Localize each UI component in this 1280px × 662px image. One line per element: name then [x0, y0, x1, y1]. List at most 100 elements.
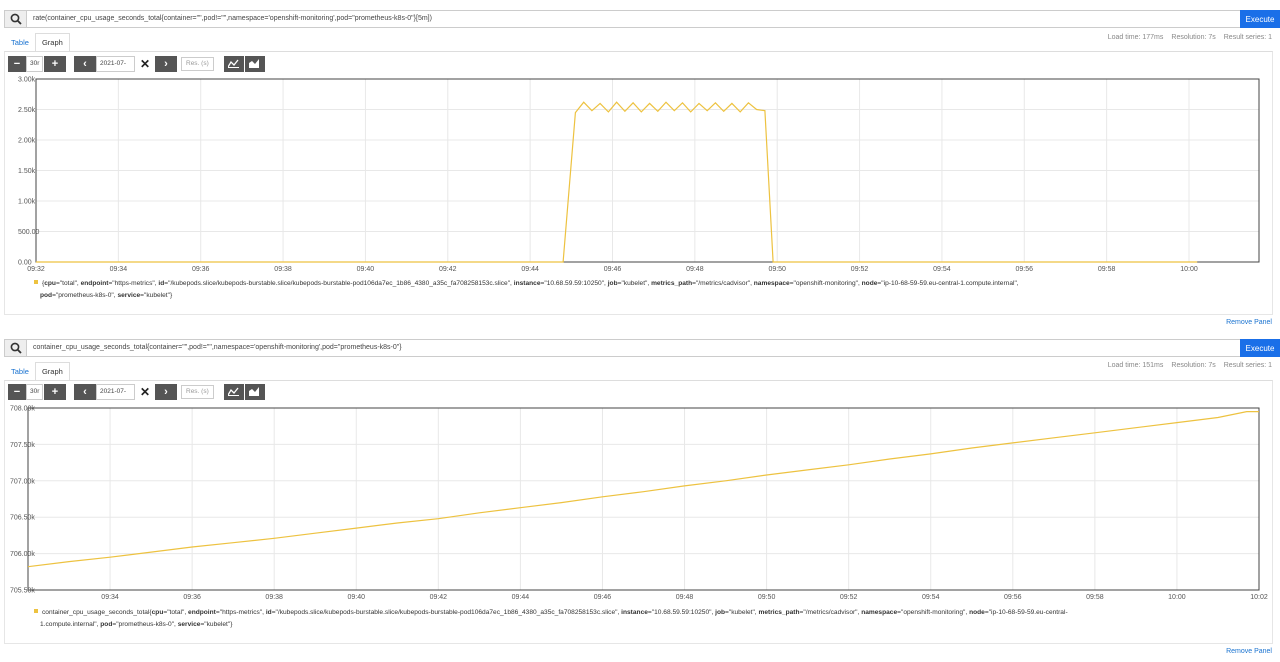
y-tick-label: 1.50k — [18, 168, 36, 175]
area-chart-icon — [249, 59, 260, 68]
y-tick-label: 2.50k — [18, 107, 36, 114]
decrease-range-button[interactable]: − — [8, 55, 26, 72]
legend-text-1: container_cpu_usage_seconds_total{cpu="t… — [42, 609, 1068, 616]
search-button[interactable] — [4, 339, 26, 357]
decrease-range-button[interactable]: − — [8, 383, 26, 400]
graph-chart-2: 705.50k 706.00k 706.50k 707.00k 707.50k 708.0… — [10, 406, 1268, 602]
x-tick-label: 09:36 — [192, 266, 210, 273]
y-tick-label: 705.50k — [10, 588, 35, 595]
x-tick-label: 09:36 — [183, 594, 201, 601]
legend-entry: container_cpu_usage_seconds_total{cpu="t… — [34, 607, 1068, 619]
y-tick-label: 1.00k — [18, 199, 36, 206]
x-tick-label: 10:02 — [1250, 594, 1268, 601]
x-tick-label: 09:38 — [265, 594, 283, 601]
end-time-input[interactable]: 2021-07- — [96, 55, 135, 72]
resolution-stat: Resolution: 7s — [1171, 34, 1216, 41]
x-tick-label: 09:50 — [768, 266, 786, 273]
x-tick-label: 10:00 — [1168, 594, 1186, 601]
stacked-off-button[interactable] — [223, 55, 244, 72]
query-panel-2: container_cpu_usage_seconds_total{contai… — [0, 330, 1280, 662]
x-tick-label: 09:54 — [922, 594, 940, 601]
x-tick-label: 09:42 — [439, 266, 457, 273]
result-series: Result series: 1 — [1223, 34, 1272, 41]
result-series: Result series: 1 — [1223, 362, 1272, 369]
range-input[interactable]: 30r — [26, 383, 43, 400]
increase-range-button[interactable]: + — [44, 55, 66, 72]
x-tick-label: 09:46 — [594, 594, 612, 601]
execute-button[interactable]: Execute — [1240, 339, 1280, 357]
next-time-button[interactable]: › — [155, 383, 177, 400]
increase-range-button[interactable]: + — [44, 383, 66, 400]
x-tick-label: 09:44 — [521, 266, 539, 273]
stacked-on-button[interactable] — [244, 55, 265, 72]
graph-controls: − 30r + ‹ 2021-07- ✕ › Res. (s) — [8, 383, 265, 400]
x-tick-label: 09:58 — [1086, 594, 1104, 601]
search-icon — [10, 13, 22, 25]
x-tick-label: 09:40 — [348, 594, 366, 601]
tab-table[interactable]: Table — [5, 362, 35, 380]
y-tick-label: 3.00k — [18, 77, 36, 84]
remove-panel-link[interactable]: Remove Panel — [1226, 648, 1272, 655]
line-chart-icon — [228, 59, 240, 68]
query-row: container_cpu_usage_seconds_total{contai… — [4, 339, 1280, 357]
x-tick-label: 09:52 — [851, 266, 869, 273]
query-stats: Load time: 151ms Resolution: 7s Result s… — [1108, 362, 1272, 369]
y-tick-label: 708.00k — [10, 406, 35, 413]
clear-time-button[interactable]: ✕ — [135, 384, 155, 400]
search-button[interactable] — [4, 10, 26, 28]
stacked-on-button[interactable] — [244, 383, 265, 400]
x-tick-label: 09:54 — [933, 266, 951, 273]
load-time: Load time: 177ms — [1107, 34, 1164, 41]
y-tick-label: 707.00k — [10, 478, 35, 485]
y-tick-label: 706.00k — [10, 551, 35, 558]
expression-input[interactable]: container_cpu_usage_seconds_total{contai… — [26, 339, 1241, 357]
graph-legend: container_cpu_usage_seconds_total{cpu="t… — [34, 607, 1068, 631]
area-chart-icon — [249, 387, 260, 396]
x-tick-label: 09:52 — [840, 594, 858, 601]
tab-graph[interactable]: Graph — [34, 33, 70, 51]
resolution-input[interactable]: Res. (s) — [181, 384, 214, 399]
tab-table[interactable]: Table — [5, 33, 35, 51]
x-tick-label: 09:58 — [1098, 266, 1116, 273]
stacked-off-button[interactable] — [223, 383, 244, 400]
tab-graph[interactable]: Graph — [34, 362, 70, 380]
x-tick-label: 09:50 — [758, 594, 776, 601]
legend-entry-continued: 1.compute.internal", pod="prometheus-k8s… — [40, 621, 233, 628]
resolution-input[interactable]: Res. (s) — [181, 56, 214, 71]
x-tick-label: 09:38 — [274, 266, 292, 273]
query-panel-1: rate(container_cpu_usage_seconds_total{c… — [0, 0, 1280, 330]
x-tick-label: 10:00 — [1180, 266, 1198, 273]
search-icon — [10, 342, 22, 354]
x-tick-label: 09:48 — [676, 594, 694, 601]
x-tick-label: 09:40 — [357, 266, 375, 273]
panel-tabs: Table Graph — [5, 33, 70, 51]
series-line — [27, 411, 1259, 568]
x-tick-label: 09:56 — [1004, 594, 1022, 601]
line-chart-icon — [228, 387, 240, 396]
query-row: rate(container_cpu_usage_seconds_total{c… — [4, 10, 1280, 28]
x-tick-label: 09:44 — [512, 594, 530, 601]
remove-panel-link[interactable]: Remove Panel — [1226, 319, 1272, 326]
expression-input[interactable]: rate(container_cpu_usage_seconds_total{c… — [26, 10, 1241, 28]
legend-swatch — [34, 280, 38, 284]
series-line — [36, 101, 1198, 263]
panel-tabs: Table Graph — [5, 362, 70, 380]
query-stats: Load time: 177ms Resolution: 7s Result s… — [1108, 34, 1272, 41]
graph-chart-1: 0.00500.001.00k1.50k2.00k2.50k3.00k09:32… — [18, 77, 1260, 273]
x-tick-label: 09:56 — [1016, 266, 1034, 273]
legend-swatch — [34, 609, 38, 613]
previous-time-button[interactable]: ‹ — [74, 55, 96, 72]
resolution-stat: Resolution: 7s — [1171, 362, 1216, 369]
previous-time-button[interactable]: ‹ — [74, 383, 96, 400]
end-time-input[interactable]: 2021-07- — [96, 383, 135, 400]
x-tick-label: 09:34 — [110, 266, 128, 273]
graph-legend: {cpu="total", endpoint="https-metrics", … — [34, 278, 1019, 302]
x-tick-label: 09:34 — [101, 594, 119, 601]
range-input[interactable]: 30r — [26, 55, 43, 72]
next-time-button[interactable]: › — [155, 55, 177, 72]
clear-time-button[interactable]: ✕ — [135, 56, 155, 72]
graph-controls: − 30r + ‹ 2021-07- ✕ › Res. (s) — [8, 55, 265, 72]
execute-button[interactable]: Execute — [1240, 10, 1280, 28]
x-tick-label: 09:48 — [686, 266, 704, 273]
y-tick-label: 707.50k — [10, 442, 35, 449]
